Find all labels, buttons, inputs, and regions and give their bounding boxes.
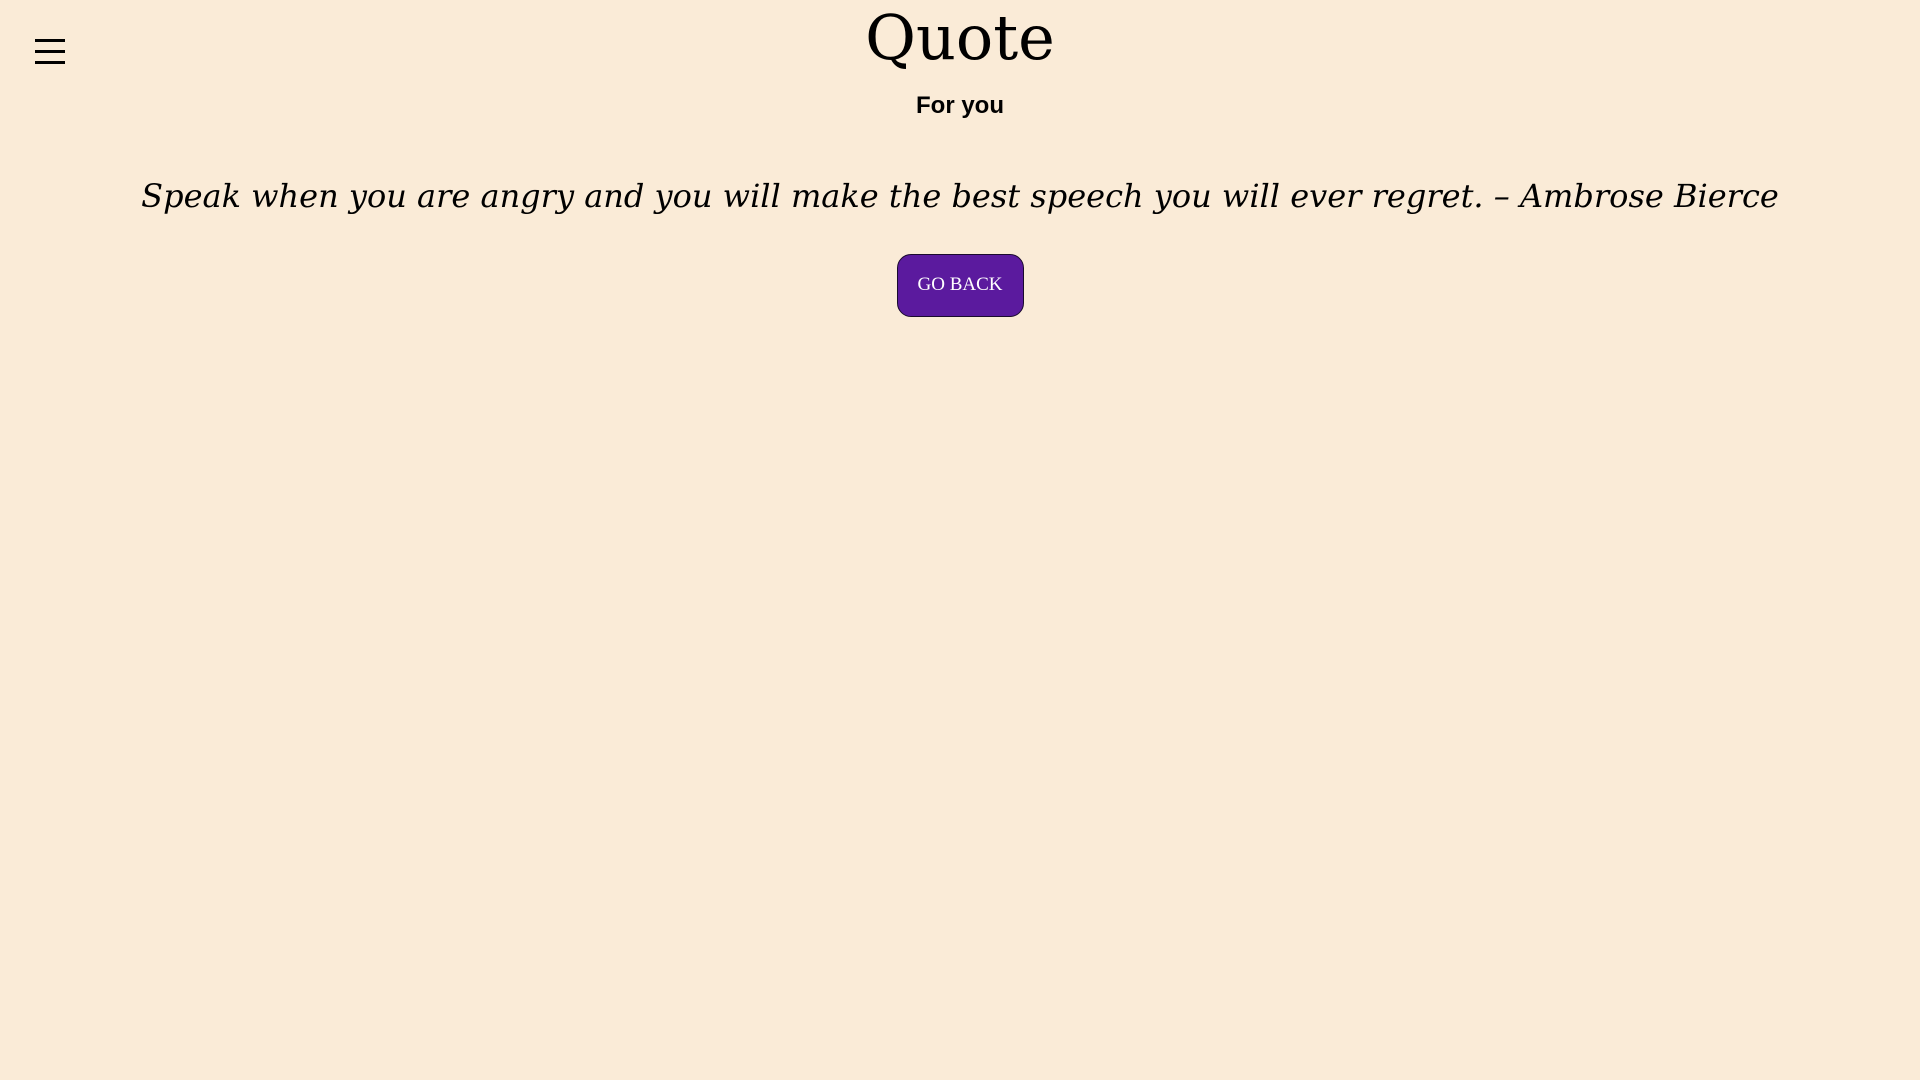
page-subtitle: For you: [916, 92, 1004, 119]
button-container: GO BACK: [0, 254, 1920, 317]
menu-button[interactable]: [30, 30, 70, 74]
page: Quote For you Speak when you are angry a…: [0, 0, 1920, 1080]
hamburger-menu-icon[interactable]: [35, 39, 65, 65]
go-back-button[interactable]: GO BACK: [896, 254, 1024, 317]
page-header: Quote For you: [0, 0, 1920, 121]
page-title: Quote: [865, 1, 1055, 74]
quote-text: Speak when you are angry and you will ma…: [141, 177, 1779, 215]
